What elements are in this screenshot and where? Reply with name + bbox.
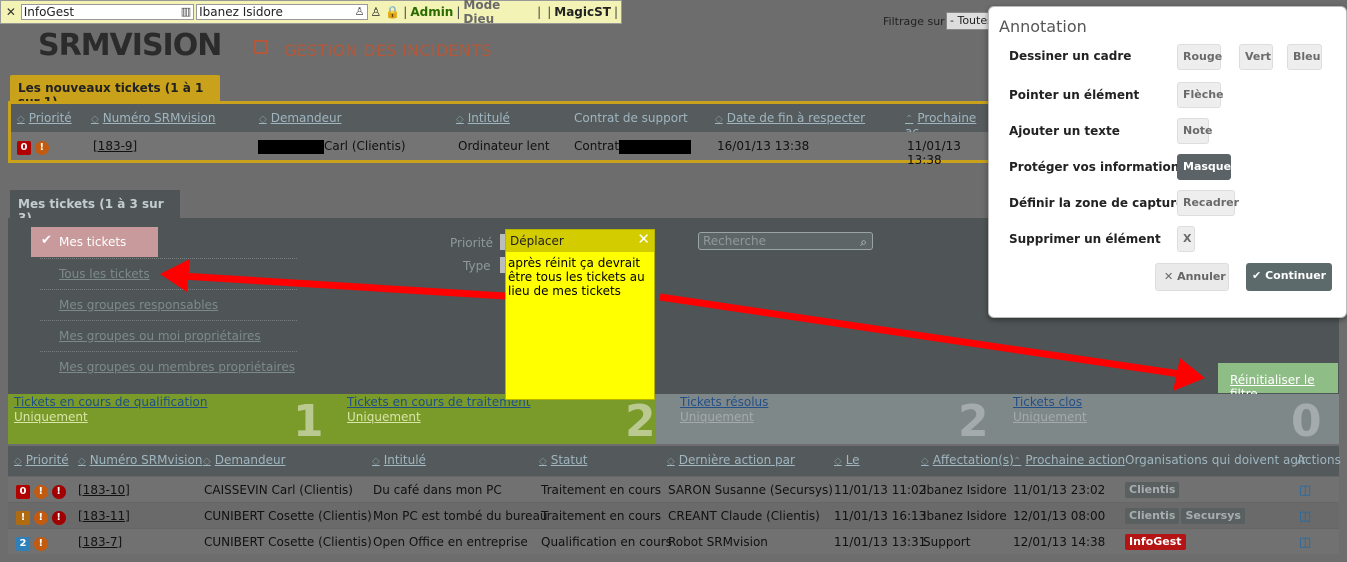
row-draw-frame: Dessiner un cadre [1009, 49, 1132, 63]
cancel-button[interactable]: ✕ Annuler [1155, 263, 1229, 291]
cancel-label: Annuler [1177, 270, 1226, 283]
arrow-left [160, 259, 506, 300]
delete-button[interactable]: X [1177, 226, 1195, 252]
green-frame-button[interactable]: Vert [1239, 44, 1273, 70]
crop-button[interactable]: Recadrer [1177, 190, 1239, 216]
annotation-panel: Annotation Dessiner un cadre Rouge Vert … [988, 6, 1347, 318]
close-icon: ✕ [1164, 270, 1174, 283]
row-add-text: Ajouter un texte [1009, 124, 1120, 138]
row-capture-zone: Définir la zone de capture [1009, 196, 1185, 210]
mask-button[interactable]: Masque [1177, 154, 1231, 180]
row-point-element: Pointer un élément [1009, 88, 1140, 102]
continue-button[interactable]: ✔ Continuer [1246, 263, 1332, 291]
check-icon: ✔ [1252, 269, 1262, 282]
note-button[interactable]: Note [1177, 118, 1212, 144]
note-header[interactable]: Déplacer ✕ [506, 230, 654, 252]
note-title: Déplacer [510, 234, 564, 248]
red-frame-button[interactable]: Rouge [1177, 44, 1222, 70]
annotation-title: Annotation [999, 17, 1087, 36]
row-protect-info: Protéger vos informations [1009, 160, 1187, 174]
row-delete-element: Supprimer un élément [1009, 232, 1161, 246]
sticky-note[interactable]: Déplacer ✕ après réinit ça devrait être … [505, 229, 655, 400]
blue-frame-button[interactable]: Bleu [1287, 44, 1322, 70]
continue-label: Continuer [1265, 269, 1327, 282]
arrow-button[interactable]: Flèche [1177, 82, 1224, 108]
close-icon[interactable]: ✕ [637, 230, 650, 248]
note-text[interactable]: après réinit ça devrait être tous les ti… [506, 252, 654, 302]
